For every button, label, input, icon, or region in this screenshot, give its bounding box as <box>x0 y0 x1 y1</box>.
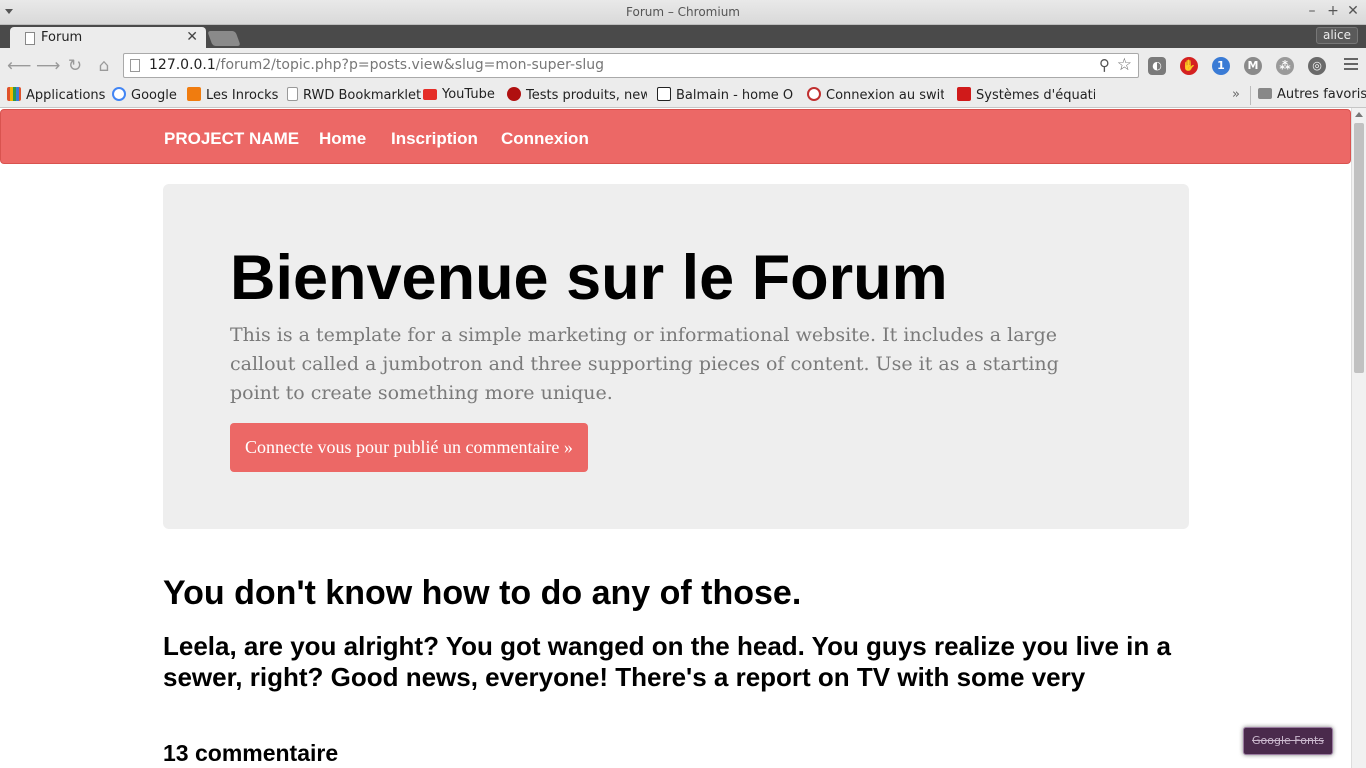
tab-strip: Forum ✕ alice <box>0 25 1366 50</box>
login-to-comment-button[interactable]: Connecte vous pour publié un commentaire… <box>230 423 588 472</box>
scroll-up-icon[interactable] <box>1355 112 1363 117</box>
topic-body: Leela, are you alright? You got wanged o… <box>163 631 1171 692</box>
target-icon[interactable]: ◎ <box>1308 57 1326 75</box>
google-icon <box>112 87 126 101</box>
bookmark-inrocks[interactable]: Les Inrocks <box>187 87 278 103</box>
page-scrollbar[interactable] <box>1351 108 1366 768</box>
apps-grid-icon <box>7 87 21 101</box>
bookmark-balmain[interactable]: Balmain - home On <box>657 87 794 103</box>
tab-forum[interactable]: Forum ✕ <box>10 27 206 50</box>
jumbotron-heading: Bienvenue sur le Forum <box>230 243 948 313</box>
google-fonts-badge[interactable]: Google Fonts <box>1243 727 1333 755</box>
bookmark-applications[interactable]: Applications <box>7 87 105 103</box>
new-tab-button[interactable] <box>207 31 241 46</box>
bookmark-youtube[interactable]: YouTube <box>423 87 495 102</box>
bookmark-systemes[interactable]: Systèmes d'équatio <box>957 87 1095 103</box>
bookmarks-chevron-icon[interactable]: » <box>1232 87 1240 102</box>
bookmark-star-icon[interactable]: ☆ <box>1117 55 1132 75</box>
profile-button[interactable]: alice <box>1315 27 1358 44</box>
window-titlebar: Forum – Chromium – + ✕ <box>0 0 1366 25</box>
forward-arrow-icon[interactable]: ⟶ <box>36 56 60 76</box>
chrome-menu-icon[interactable] <box>1344 58 1358 73</box>
ublock-icon[interactable]: ✋ <box>1180 57 1198 75</box>
topic-title: You don't know how to do any of those. <box>163 574 802 612</box>
share-icon[interactable]: ⁂ <box>1276 57 1294 75</box>
url-text[interactable]: 127.0.0.1/forum2/topic.php?p=posts.view&… <box>149 57 604 73</box>
bookmark-google[interactable]: Google <box>112 87 177 103</box>
nav-link-connexion[interactable]: Connexion <box>501 129 589 149</box>
reload-icon[interactable]: ↻ <box>65 56 85 76</box>
page-viewport: PROJECT NAME Home Inscription Connexion … <box>0 108 1351 768</box>
site-navbar: PROJECT NAME Home Inscription Connexion <box>0 109 1351 164</box>
comment-count: 13 commentaire <box>163 740 339 766</box>
close-window-button[interactable]: ✕ <box>1345 3 1361 19</box>
tests-icon <box>507 87 521 101</box>
tab-title: Forum <box>41 30 83 45</box>
address-bar[interactable]: 127.0.0.1/forum2/topic.php?p=posts.view&… <box>123 53 1139 78</box>
jumbotron-text: This is a template for a simple marketin… <box>230 324 1059 404</box>
back-arrow-icon[interactable]: ⟵ <box>7 56 31 76</box>
nav-link-home[interactable]: Home <box>319 129 366 149</box>
ext-gray-icon[interactable]: ◐ <box>1148 57 1166 75</box>
inrocks-icon <box>187 87 201 101</box>
nav-brand[interactable]: PROJECT NAME <box>164 129 299 149</box>
free-icon <box>957 87 971 101</box>
bookmark-connexion[interactable]: Connexion au switc <box>807 87 944 103</box>
page-icon <box>287 87 298 101</box>
ghostery-icon[interactable]: 1 <box>1212 57 1230 75</box>
jumbotron: Bienvenue sur le Forum This is a templat… <box>163 184 1189 529</box>
nav-link-inscription[interactable]: Inscription <box>391 129 478 149</box>
window-title: Forum – Chromium <box>626 5 740 19</box>
scrollbar-thumb[interactable] <box>1354 123 1364 373</box>
page-icon <box>25 32 35 45</box>
bookmarks-bar: Applications Google Les Inrocks RWD Book… <box>0 84 1366 108</box>
minimize-button[interactable]: – <box>1304 3 1320 19</box>
page-icon <box>130 59 140 72</box>
bookmarks-divider <box>1250 86 1251 105</box>
m-icon[interactable]: M <box>1244 57 1262 75</box>
bookmark-other-folder[interactable]: Autres favoris <box>1258 87 1366 102</box>
shield-icon <box>807 87 821 101</box>
maximize-button[interactable]: + <box>1325 3 1341 19</box>
balmain-icon <box>657 87 671 101</box>
bookmark-tests[interactable]: Tests produits, new <box>507 87 647 103</box>
home-icon[interactable]: ⌂ <box>94 56 114 76</box>
bookmark-rwd[interactable]: RWD Bookmarklet <box>287 87 421 103</box>
zoom-icon[interactable]: ⚲ <box>1099 56 1110 74</box>
youtube-icon <box>423 89 437 100</box>
browser-toolbar: ⟵ ⟶ ↻ ⌂ 127.0.0.1/forum2/topic.php?p=pos… <box>0 48 1366 84</box>
tab-close-icon[interactable]: ✕ <box>186 29 198 45</box>
folder-icon <box>1258 88 1272 99</box>
